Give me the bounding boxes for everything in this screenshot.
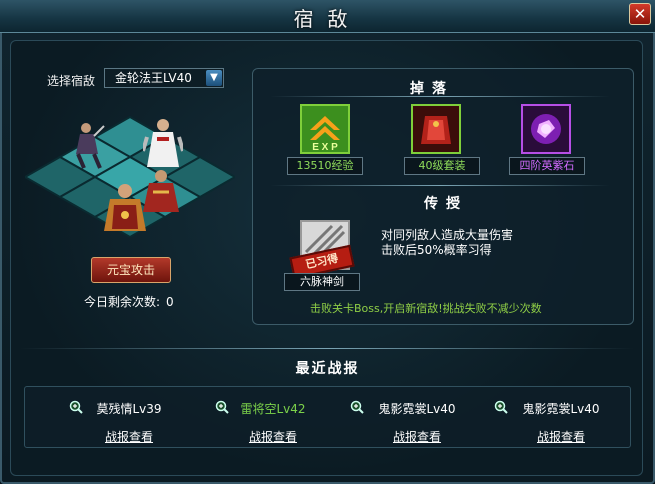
white-robed-unit-icon xyxy=(143,119,183,167)
divider xyxy=(270,185,610,186)
nemesis-select[interactable]: 金轮法王LV40 ▼ xyxy=(104,68,224,88)
purple-gem-icon[interactable] xyxy=(521,104,571,154)
battle-opponent-name: 鬼影霓裳Lv40 xyxy=(522,402,600,416)
battle-entry: 雷将空Lv42 战报查看 xyxy=(201,400,345,444)
ingot-attack-button[interactable]: 元宝攻击 xyxy=(91,257,171,283)
divider xyxy=(270,96,610,97)
chevron-down-icon[interactable]: ▼ xyxy=(206,70,222,86)
battle-entry: 鬼影霓裳Lv40 战报查看 xyxy=(345,400,489,444)
battle-entry: 莫残情Lv39 战报查看 xyxy=(57,400,201,444)
battle-report-list: 莫残情Lv39 战报查看 雷将空Lv42 战报查看 鬼影霓裳Lv40 战报查看 … xyxy=(24,386,631,448)
close-button[interactable]: ✕ xyxy=(629,3,651,25)
view-report-link[interactable]: 战报查看 xyxy=(489,428,633,445)
drop-label-gem: 四阶英紫石 xyxy=(509,157,585,175)
drop-label-armor: 40级套装 xyxy=(404,157,480,175)
battle-opponent-name: 鬼影霓裳Lv40 xyxy=(378,402,456,416)
drops-title: 掉落 xyxy=(410,81,454,97)
window-title: 宿敌 xyxy=(293,7,362,31)
red-robed-unit-icon xyxy=(143,170,179,212)
view-report-link[interactable]: 战报查看 xyxy=(345,428,489,445)
nemesis-select-value: 金轮法王LV40 xyxy=(115,71,192,85)
skill-desc-line2: 击败后50%概率习得 xyxy=(381,243,492,257)
armor-set-icon[interactable] xyxy=(411,104,461,154)
view-report-link[interactable]: 战报查看 xyxy=(57,428,201,445)
challenge-hint: 击败关卡Boss,开启新宿敌!挑战失败不减少次数 xyxy=(310,302,542,315)
drop-label-exp: 13510经验 xyxy=(287,157,363,175)
remaining-value: 0 xyxy=(166,295,174,309)
battle-opponent-name: 雷将空Lv42 xyxy=(240,402,306,416)
battle-opponent-name: 莫残情Lv39 xyxy=(96,402,162,416)
exp-icon[interactable]: E X P xyxy=(300,104,350,154)
teach-title: 传授 xyxy=(424,196,468,212)
battle-entry: 鬼影霓裳Lv40 战报查看 xyxy=(489,400,633,444)
recent-battles-title: 最近战报 xyxy=(295,361,360,377)
skill-desc-line1: 对同列敌人造成大量伤害 xyxy=(381,228,514,242)
title-bar: 宿敌 ✕ xyxy=(0,0,655,33)
remaining-attempts: 今日剩余次数: 0 xyxy=(84,293,174,310)
boss-unit-icon xyxy=(104,184,146,231)
skill-description: 对同列敌人造成大量伤害 击败后50%概率习得 xyxy=(381,228,513,258)
warrior-unit-icon xyxy=(76,123,105,169)
svg-text:E X P: E X P xyxy=(312,142,338,153)
nemesis-select-label: 选择宿敌 xyxy=(47,74,96,88)
view-report-link[interactable]: 战报查看 xyxy=(201,428,345,445)
divider xyxy=(20,348,634,349)
remaining-label: 今日剩余次数: xyxy=(84,295,161,309)
skill-name-label: 六脉神剑 xyxy=(284,273,360,291)
